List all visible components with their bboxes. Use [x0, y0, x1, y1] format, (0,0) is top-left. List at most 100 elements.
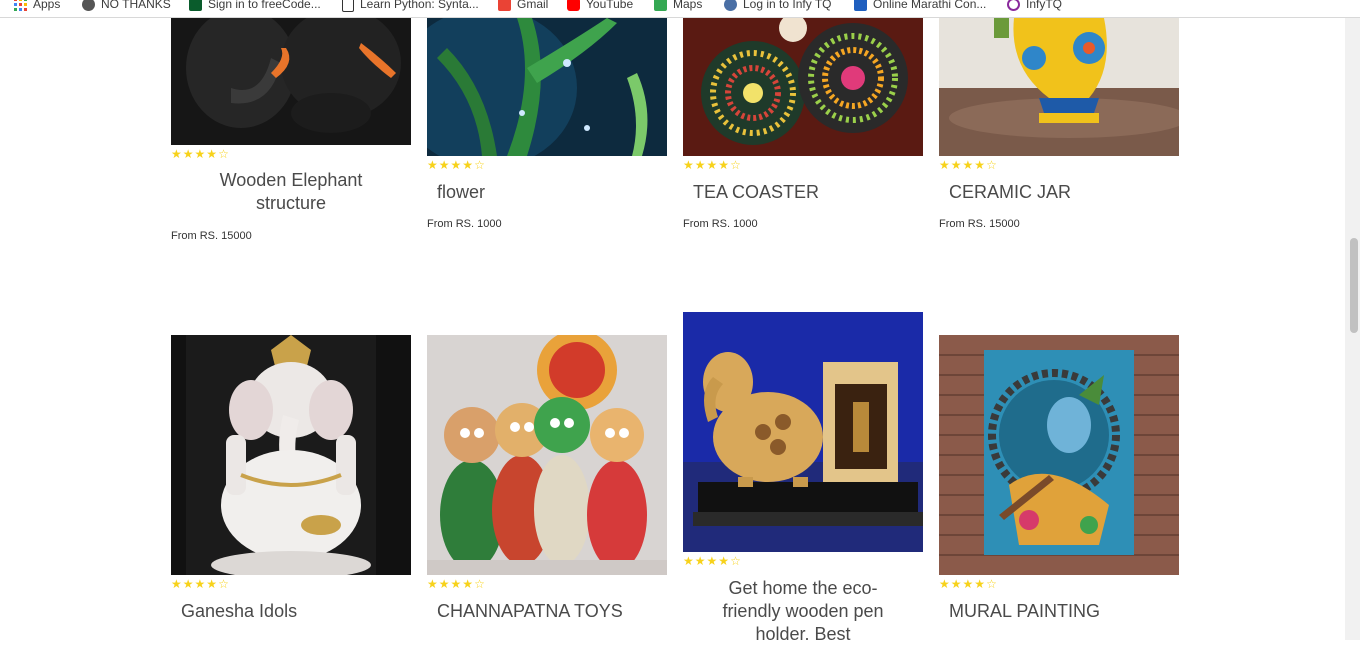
product-title[interactable]: Ganesha Idols — [181, 600, 297, 623]
star-filled-icon: ★ — [427, 158, 438, 172]
star-filled-icon: ★ — [939, 158, 950, 172]
product-title[interactable]: flower — [437, 181, 485, 204]
freecodecamp-icon — [189, 0, 202, 11]
star-empty-icon: ☆ — [986, 577, 997, 591]
bookmark-label: InfyTQ — [1026, 0, 1063, 11]
product-title[interactable]: TEA COASTER — [693, 181, 819, 204]
gmail-icon — [498, 0, 511, 11]
marathi-icon — [854, 0, 867, 11]
star-empty-icon: ☆ — [218, 147, 229, 161]
star-filled-icon: ★ — [718, 158, 730, 172]
bookmark-infytq[interactable]: InfyTQ — [1007, 0, 1062, 12]
star-filled-icon: ★ — [427, 577, 438, 591]
star-filled-icon: ★ — [194, 577, 206, 591]
star-filled-icon: ★ — [694, 158, 706, 172]
star-filled-icon: ★ — [718, 554, 730, 568]
star-filled-icon: ★ — [962, 158, 974, 172]
star-filled-icon: ★ — [450, 158, 462, 172]
bookmark-label: Log in to Infy TQ — [743, 0, 832, 11]
bookmark-no-thanks[interactable]: NO THANKS — [82, 0, 171, 12]
product-title[interactable]: CERAMIC JAR — [949, 181, 1071, 204]
bookmark-label: Learn Python: Synta... — [360, 0, 479, 11]
star-empty-icon: ☆ — [474, 577, 485, 591]
bookmark-freecodecamp[interactable]: Sign in to freeCode... — [189, 0, 321, 12]
bookmarks-bar: Apps NO THANKS Sign in to freeCode... Le… — [0, 0, 1360, 18]
tea-coaster-image[interactable] — [683, 18, 923, 156]
star-filled-icon: ★ — [171, 147, 182, 161]
star-filled-icon: ★ — [974, 158, 986, 172]
mural-painting-image[interactable] — [939, 335, 1179, 575]
product-price: From RS. 15000 — [171, 230, 252, 242]
star-filled-icon: ★ — [194, 147, 206, 161]
bookmark-label: YouTube — [586, 0, 634, 11]
bookmark-youtube[interactable]: YouTube — [567, 0, 633, 12]
product-title[interactable]: Get home the eco-friendly wooden pen hol… — [703, 577, 903, 646]
youtube-icon — [567, 0, 580, 11]
ceramic-jar-image[interactable] — [939, 18, 1179, 156]
star-filled-icon: ★ — [939, 577, 950, 591]
infytq-icon — [724, 0, 737, 11]
globe-icon — [82, 0, 95, 11]
star-filled-icon: ★ — [206, 147, 218, 161]
bookmark-maps[interactable]: Maps — [654, 0, 702, 12]
product-price: From RS. 15000 — [939, 218, 1020, 230]
star-empty-icon: ☆ — [730, 158, 741, 172]
rating-stars: ★ ★ ★ ★ ☆ — [683, 555, 741, 567]
rating-stars: ★ ★ ★ ★ ☆ — [939, 159, 997, 171]
bookmark-label: Sign in to freeCode... — [208, 0, 321, 11]
product-price: From RS. 1000 — [683, 218, 758, 230]
bookmark-infytq-login[interactable]: Log in to Infy TQ — [724, 0, 832, 12]
apps-grid-icon — [14, 0, 27, 11]
star-filled-icon: ★ — [462, 577, 474, 591]
pen-holder-image[interactable] — [683, 312, 923, 552]
ganesha-idol-image[interactable] — [171, 335, 411, 575]
rating-stars: ★ ★ ★ ★ ☆ — [171, 578, 229, 590]
product-title[interactable]: CHANNAPATNA TOYS — [437, 600, 623, 623]
star-filled-icon: ★ — [683, 554, 694, 568]
star-filled-icon: ★ — [462, 158, 474, 172]
rating-stars: ★ ★ ★ ★ ☆ — [171, 148, 229, 160]
star-filled-icon: ★ — [182, 577, 194, 591]
star-empty-icon: ☆ — [218, 577, 229, 591]
bookmark-gmail[interactable]: Gmail — [498, 0, 548, 12]
document-icon — [342, 0, 354, 12]
rating-stars: ★ ★ ★ ★ ☆ — [939, 578, 997, 590]
star-empty-icon: ☆ — [730, 554, 741, 568]
rating-stars: ★ ★ ★ ★ ☆ — [427, 159, 485, 171]
flower-image[interactable] — [427, 18, 667, 156]
star-filled-icon: ★ — [683, 158, 694, 172]
star-filled-icon: ★ — [450, 577, 462, 591]
channapatna-toys-image[interactable] — [427, 335, 667, 575]
product-title[interactable]: Wooden Elephant structure — [191, 169, 391, 215]
bookmark-label: Online Marathi Con... — [873, 0, 987, 11]
star-filled-icon: ★ — [182, 147, 194, 161]
product-title[interactable]: MURAL PAINTING — [949, 600, 1100, 623]
rating-stars: ★ ★ ★ ★ ☆ — [427, 578, 485, 590]
bookmark-learn-python[interactable]: Learn Python: Synta... — [342, 0, 479, 12]
infytq-logo-icon — [1007, 0, 1020, 11]
bookmark-label: Gmail — [517, 0, 549, 11]
rating-stars: ★ ★ ★ ★ ☆ — [683, 159, 741, 171]
bookmark-apps[interactable]: Apps — [14, 0, 60, 12]
vertical-scrollbar[interactable] — [1345, 18, 1360, 640]
star-filled-icon: ★ — [206, 577, 218, 591]
star-filled-icon: ★ — [950, 158, 962, 172]
star-filled-icon: ★ — [171, 577, 182, 591]
star-filled-icon: ★ — [706, 158, 718, 172]
bookmark-label: NO THANKS — [101, 0, 171, 11]
star-filled-icon: ★ — [962, 577, 974, 591]
star-filled-icon: ★ — [974, 577, 986, 591]
scrollbar-thumb[interactable] — [1350, 238, 1358, 333]
wooden-elephant-image[interactable] — [171, 18, 411, 145]
star-filled-icon: ★ — [438, 158, 450, 172]
star-empty-icon: ☆ — [474, 158, 485, 172]
bookmark-label: Maps — [673, 0, 703, 11]
star-filled-icon: ★ — [694, 554, 706, 568]
star-filled-icon: ★ — [706, 554, 718, 568]
bookmark-label: Apps — [33, 0, 61, 11]
product-price: From RS. 1000 — [427, 218, 502, 230]
bookmark-marathi[interactable]: Online Marathi Con... — [854, 0, 986, 12]
star-filled-icon: ★ — [438, 577, 450, 591]
star-empty-icon: ☆ — [986, 158, 997, 172]
star-filled-icon: ★ — [950, 577, 962, 591]
